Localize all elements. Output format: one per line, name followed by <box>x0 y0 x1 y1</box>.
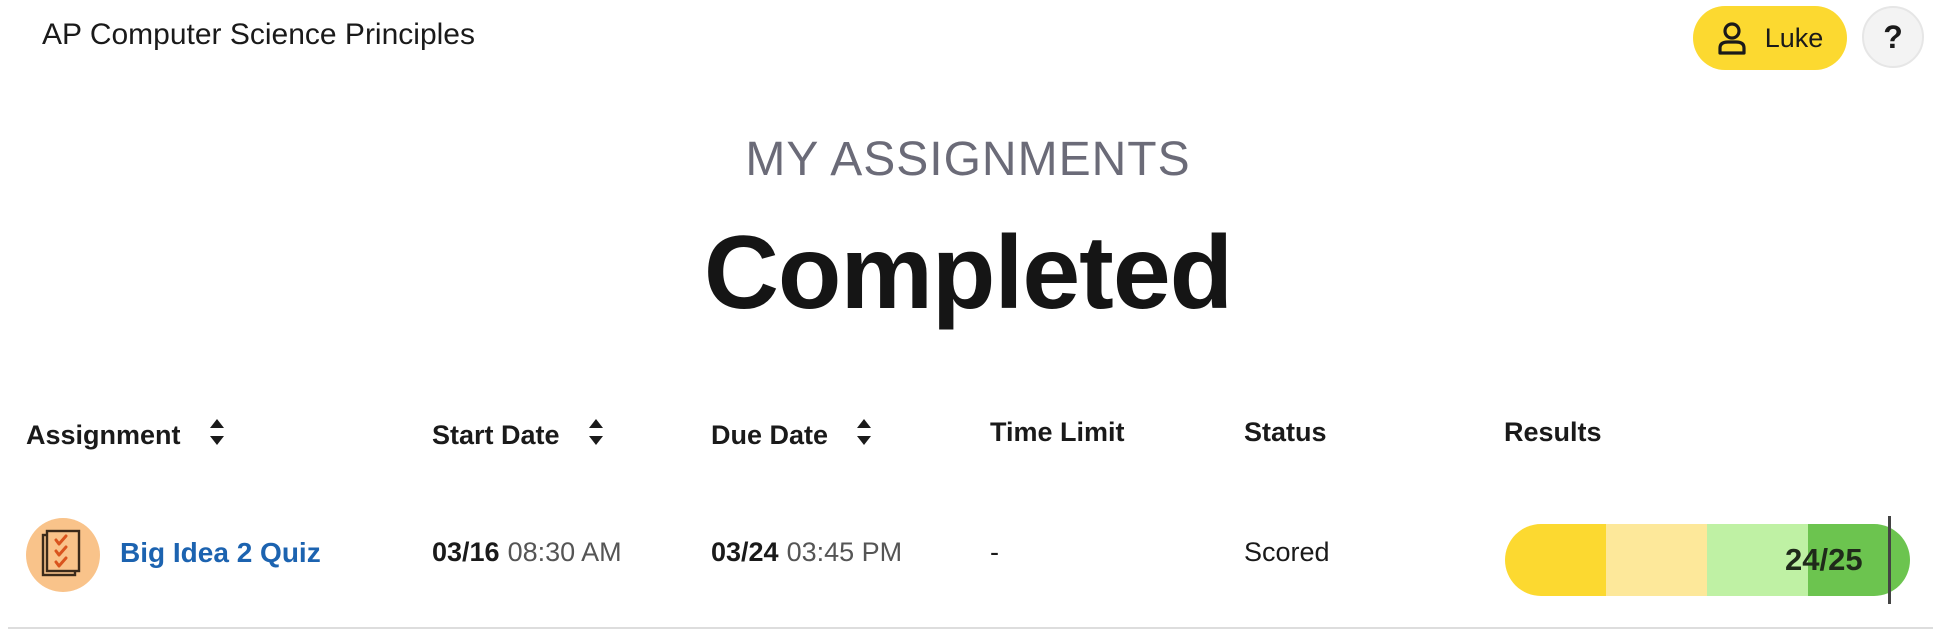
due-time: 03:45 PM <box>786 537 903 567</box>
column-header-assignment[interactable]: Assignment <box>26 417 225 454</box>
status-value: Scored <box>1244 537 1330 567</box>
score-marker <box>1887 516 1891 604</box>
score-label: 24/25 <box>1785 542 1863 577</box>
user-menu-button[interactable]: Luke <box>1693 6 1847 70</box>
column-header-label: Due Date <box>711 420 829 450</box>
sort-icon[interactable] <box>588 417 604 454</box>
sort-icon[interactable] <box>856 417 872 454</box>
assignment-link[interactable]: Big Idea 2 Quiz <box>120 537 321 569</box>
quiz-checklist-icon <box>26 518 100 592</box>
start-date: 03/16 <box>432 537 500 567</box>
column-header-status: Status <box>1244 417 1327 448</box>
column-header-due-date[interactable]: Due Date <box>711 417 872 454</box>
column-header-start-date[interactable]: Start Date <box>432 417 604 454</box>
top-bar: AP Computer Science Principles Luke ? <box>0 0 1936 80</box>
start-time: 08:30 AM <box>507 537 622 567</box>
column-header-label: Assignment <box>26 420 181 450</box>
row-divider <box>8 627 1933 629</box>
time-limit-value: - <box>990 537 999 567</box>
column-header-label: Time Limit <box>990 417 1125 447</box>
page-title: Completed <box>703 215 1233 331</box>
help-button[interactable]: ? <box>1862 6 1924 68</box>
page-eyebrow: MY ASSIGNMENTS <box>745 133 1191 186</box>
column-header-label: Status <box>1244 417 1327 447</box>
column-header-results: Results <box>1504 417 1602 448</box>
results-bar-segment <box>1606 524 1707 596</box>
results-bar-segment <box>1505 524 1606 596</box>
due-date: 03/24 <box>711 537 779 567</box>
user-name: Luke <box>1764 22 1824 53</box>
user-icon <box>1717 21 1747 55</box>
due-date-cell: 03/24 03:45 PM <box>711 537 902 568</box>
start-date-cell: 03/16 08:30 AM <box>432 537 622 568</box>
column-header-label: Start Date <box>432 420 560 450</box>
column-header-time-limit: Time Limit <box>990 417 1125 448</box>
column-header-label: Results <box>1504 417 1602 447</box>
sort-icon[interactable] <box>209 417 225 454</box>
course-title: AP Computer Science Principles <box>42 18 475 51</box>
